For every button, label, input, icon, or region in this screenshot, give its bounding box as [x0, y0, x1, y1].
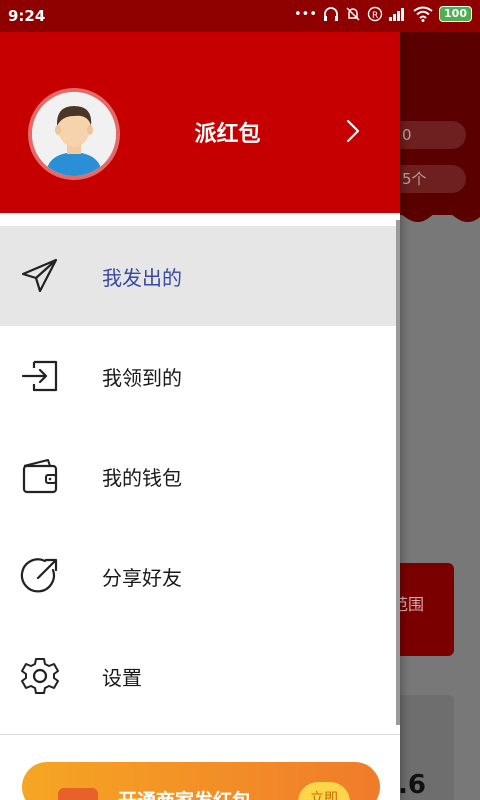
battery-icon: 100 [439, 6, 472, 22]
merchant-promo-banner[interactable]: 开通商家发红包 立即 [22, 762, 380, 800]
menu-item-received[interactable]: 我领到的 [0, 326, 400, 426]
drawer-menu: 我发出的 我领到的 我的钱包 分享好友 设置 [0, 226, 400, 726]
registered-icon: R [367, 6, 383, 22]
menu-item-sent[interactable]: 我发出的 [0, 226, 400, 326]
status-time: 9:24 [8, 7, 46, 25]
navigation-drawer: 派红包 我发出的 我领到的 我的钱包 分享好友 设置 立即 [0, 0, 400, 800]
scrollbar[interactable] [396, 220, 400, 725]
sign-in-icon [21, 360, 58, 392]
user-avatar-graphic [32, 92, 116, 176]
drawer-header[interactable]: 派红包 [0, 32, 400, 213]
menu-item-label: 分享好友 [102, 566, 182, 590]
menu-item-wallet[interactable]: 我的钱包 [0, 426, 400, 526]
status-bar: 9:24 ••• R 100 [0, 0, 480, 32]
gear-icon [21, 658, 59, 694]
svg-text:R: R [372, 11, 378, 21]
divider [0, 734, 400, 735]
drawer-title: 派红包 [194, 122, 261, 147]
menu-item-label: 我的钱包 [102, 466, 182, 490]
more-icon: ••• [294, 6, 318, 22]
headset-icon [324, 7, 339, 21]
menu-item-share[interactable]: 分享好友 [0, 526, 400, 626]
banner-button[interactable]: 立即 [298, 782, 350, 800]
signal-icon [389, 8, 405, 21]
menu-item-label: 我领到的 [102, 366, 182, 390]
background-number: .6 [398, 770, 426, 800]
banner-decoration [58, 788, 98, 800]
mute-bell-icon [346, 7, 360, 21]
menu-item-settings[interactable]: 设置 [0, 626, 400, 726]
chevron-right-icon[interactable] [340, 118, 366, 144]
share-arrow-icon [20, 558, 58, 593]
status-icons: ••• R 100 [294, 6, 472, 22]
user-avatar-icon[interactable] [28, 88, 120, 180]
banner-text: 开通商家发红包 [118, 786, 251, 800]
menu-item-label: 我发出的 [102, 266, 182, 290]
wallet-icon [22, 459, 58, 494]
paper-plane-icon [21, 258, 58, 293]
menu-item-label: 设置 [102, 666, 142, 690]
wifi-icon [413, 6, 433, 22]
